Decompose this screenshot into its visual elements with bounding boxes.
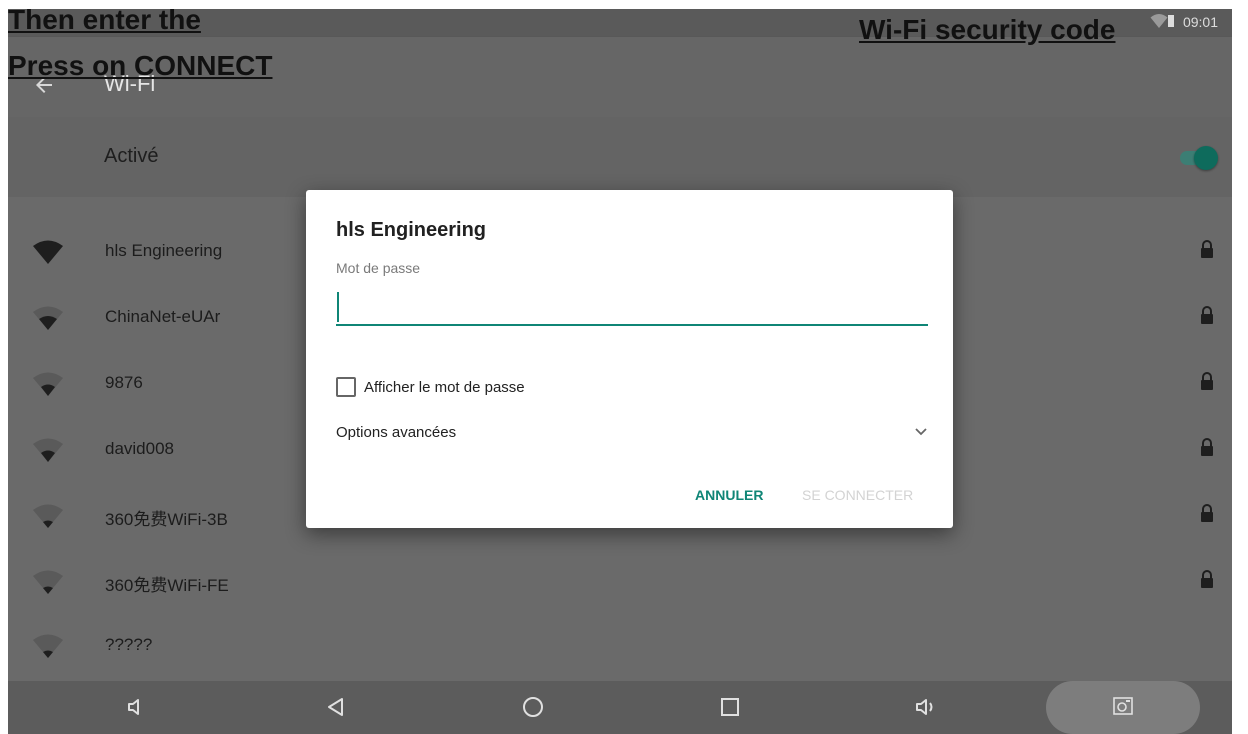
nav-back-icon[interactable] xyxy=(324,695,348,719)
nav-recents-icon[interactable] xyxy=(718,695,742,719)
lock-icon xyxy=(1201,240,1213,258)
screenshot-icon xyxy=(1113,697,1133,715)
password-input[interactable] xyxy=(336,288,928,326)
android-screen: 09:01 Wi-Fi Activé hls Engineering China… xyxy=(8,9,1232,734)
network-name: ????? xyxy=(105,635,153,654)
wifi-signal-icon xyxy=(33,438,63,462)
dialog-title: hls Engineering xyxy=(336,219,487,241)
volume-down-icon[interactable] xyxy=(124,695,148,719)
battery-icon xyxy=(1168,15,1174,27)
annotation-text: Wi-Fi security code xyxy=(859,14,1116,45)
navigation-bar xyxy=(8,681,1232,734)
network-name: david008 xyxy=(105,439,175,458)
text-cursor xyxy=(337,292,339,322)
wifi-signal-icon xyxy=(33,306,63,330)
network-name: 360免费WiFi-FE xyxy=(105,576,229,595)
wifi-signal-icon xyxy=(33,504,63,528)
wifi-signal-icon xyxy=(33,570,63,594)
show-password-label[interactable]: Afficher le mot de passe xyxy=(364,379,525,396)
nav-home-icon[interactable] xyxy=(521,695,545,719)
network-item[interactable]: ????? xyxy=(8,613,1232,679)
connect-button[interactable]: SE CONNECTER xyxy=(802,487,913,503)
wifi-signal-icon xyxy=(33,634,63,658)
wifi-signal-icon xyxy=(33,240,63,264)
lock-icon xyxy=(1201,306,1213,324)
network-name: 360免费WiFi-3B xyxy=(105,510,228,529)
lock-icon xyxy=(1201,438,1213,456)
network-item[interactable]: 360免费WiFi-FE xyxy=(8,549,1232,615)
wifi-password-dialog: hls Engineering Mot de passe Afficher le… xyxy=(306,190,953,528)
lock-icon xyxy=(1201,504,1213,522)
status-wifi-icon xyxy=(1150,14,1168,28)
network-name: ChinaNet-eUAr xyxy=(105,307,221,326)
wifi-toggle-switch[interactable] xyxy=(1194,146,1218,170)
wifi-toggle-label: Activé xyxy=(104,145,159,167)
chevron-down-icon[interactable] xyxy=(913,424,929,440)
wifi-signal-icon xyxy=(33,372,63,396)
lock-icon xyxy=(1201,570,1213,588)
network-name: 9876 xyxy=(105,373,143,392)
status-time: 09:01 xyxy=(1182,14,1218,30)
wifi-toggle-row[interactable]: Activé xyxy=(8,117,1232,197)
show-password-checkbox[interactable] xyxy=(336,377,356,397)
annotation-text: Press on CONNECT xyxy=(8,50,273,81)
screenshot-button[interactable] xyxy=(1046,681,1200,734)
advanced-options-label[interactable]: Options avancées xyxy=(336,424,456,441)
cancel-button[interactable]: ANNULER xyxy=(695,487,763,503)
network-name: hls Engineering xyxy=(105,241,223,260)
annotation-text: Then enter the xyxy=(8,4,201,35)
password-label: Mot de passe xyxy=(336,260,421,276)
volume-up-icon[interactable] xyxy=(914,695,940,719)
lock-icon xyxy=(1201,372,1213,390)
